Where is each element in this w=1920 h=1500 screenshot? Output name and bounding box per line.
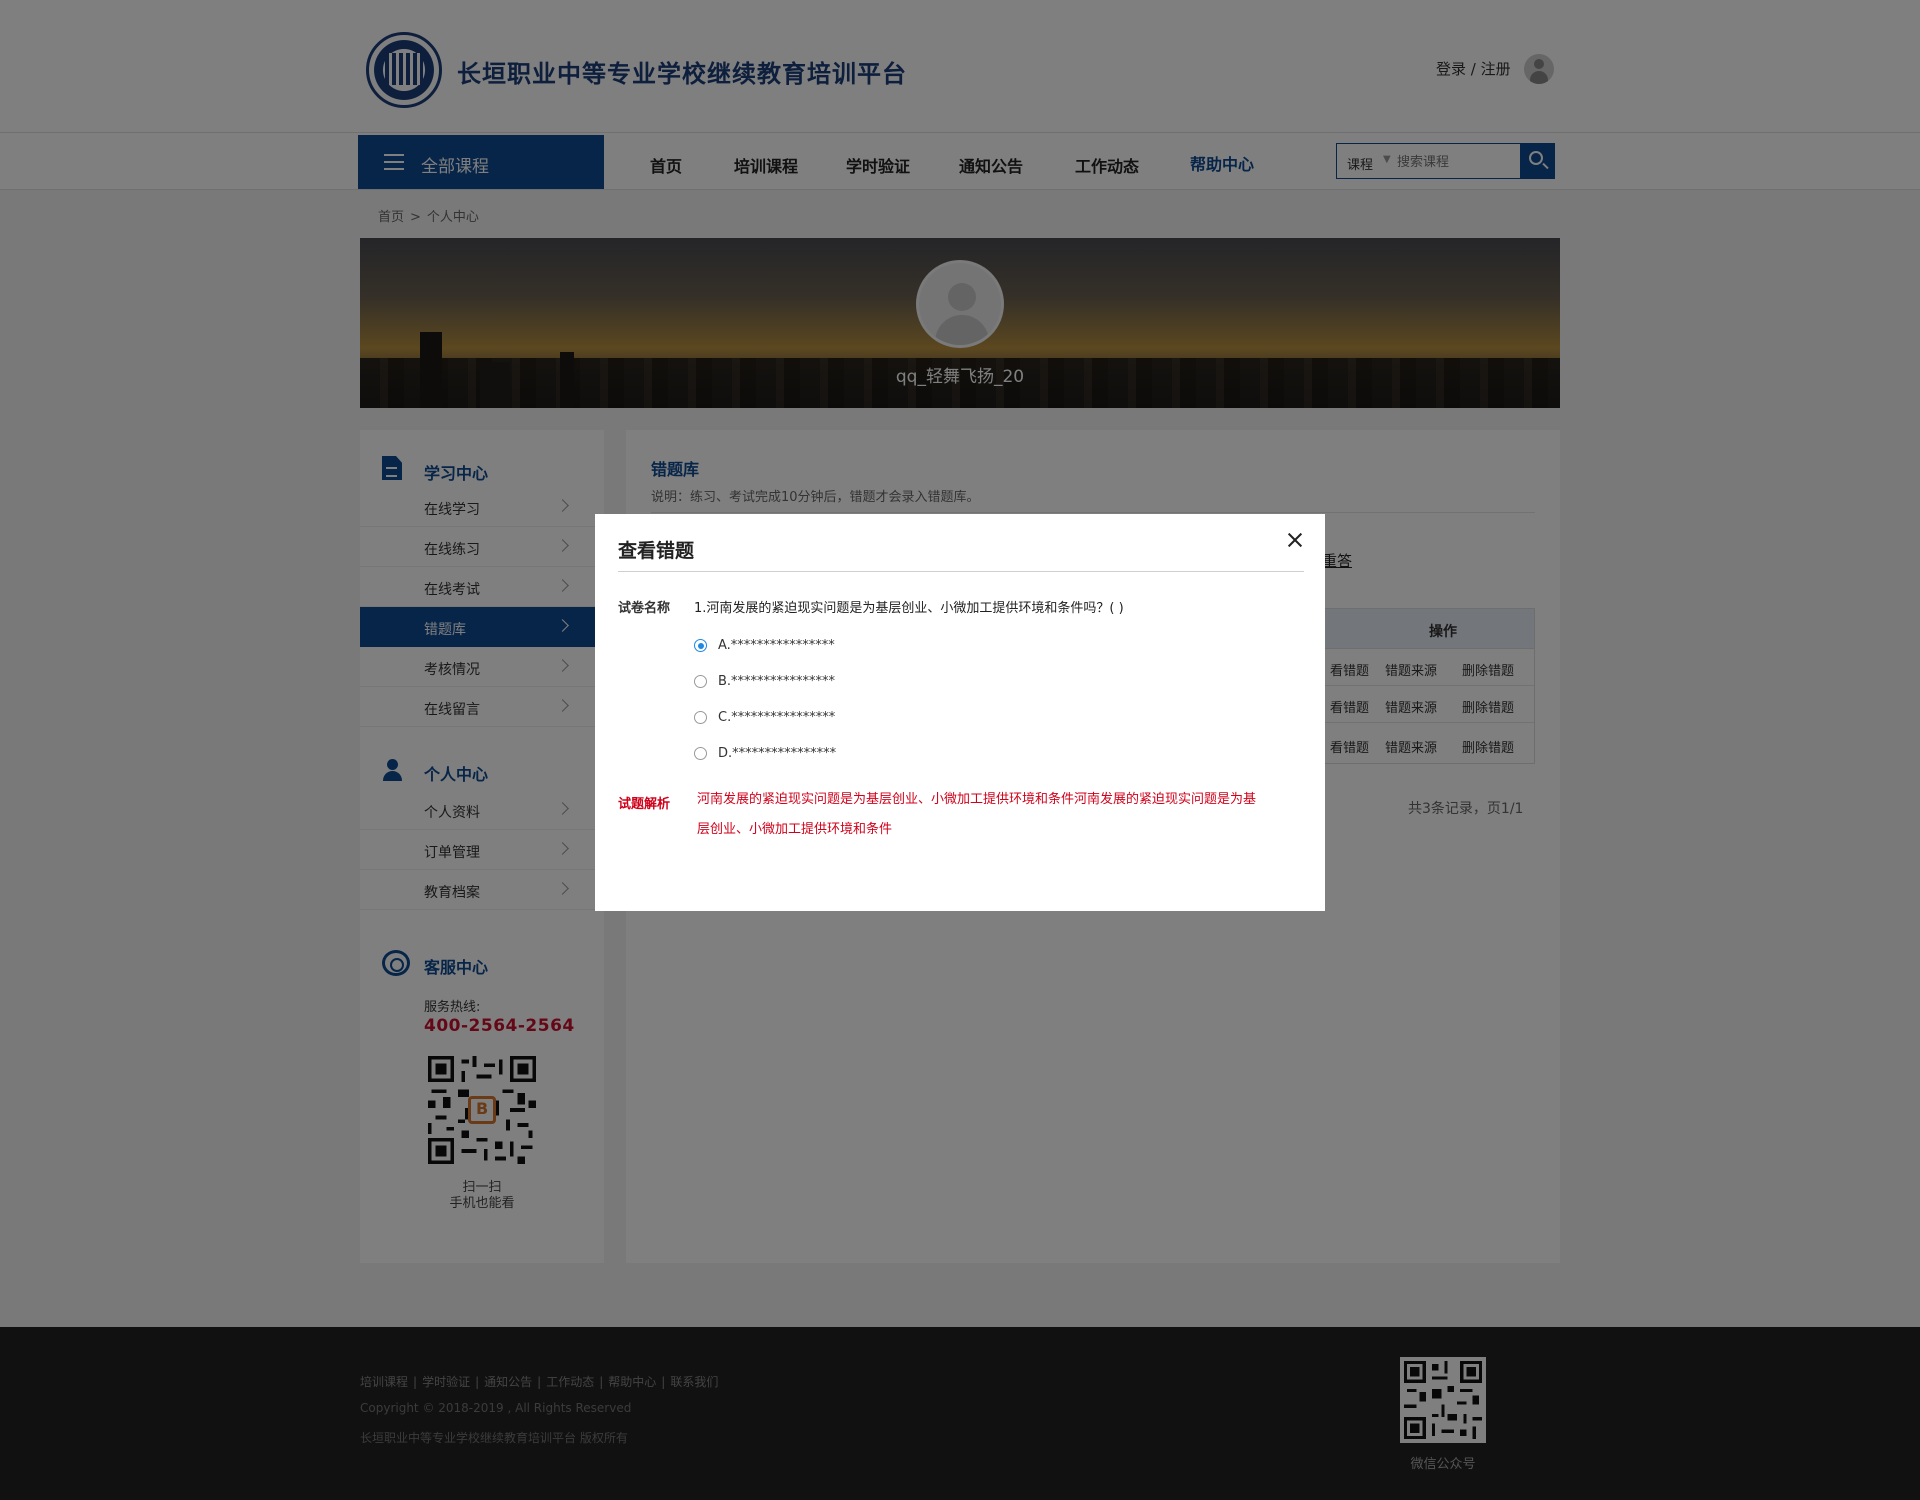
radio[interactable] bbox=[694, 711, 707, 724]
modal-divider bbox=[618, 571, 1304, 572]
question-text: 1.河南发展的紧迫现实问题是为基层创业、小微加工提供环境和条件吗？( ) bbox=[694, 601, 1124, 616]
radio[interactable] bbox=[694, 675, 707, 688]
close-icon[interactable] bbox=[1285, 530, 1305, 550]
radio-selected[interactable] bbox=[694, 639, 707, 652]
modal-title: 查看错题 bbox=[618, 540, 695, 562]
option-text: C.**************** bbox=[718, 710, 836, 725]
option-text: A.**************** bbox=[718, 638, 835, 653]
option-text: B.**************** bbox=[718, 674, 836, 689]
view-wrong-question-modal: 查看错题 试卷名称 1.河南发展的紧迫现实问题是为基层创业、小微加工提供环境和条… bbox=[595, 514, 1325, 911]
radio[interactable] bbox=[694, 747, 707, 760]
option-text: D.**************** bbox=[718, 746, 837, 761]
question-label: 试卷名称 bbox=[618, 601, 671, 616]
analysis-label: 试题解析 bbox=[618, 797, 671, 812]
analysis-text: 河南发展的紧迫现实问题是为基层创业、小微加工提供环境和条件河南发展的紧迫现实问题… bbox=[697, 792, 1257, 837]
